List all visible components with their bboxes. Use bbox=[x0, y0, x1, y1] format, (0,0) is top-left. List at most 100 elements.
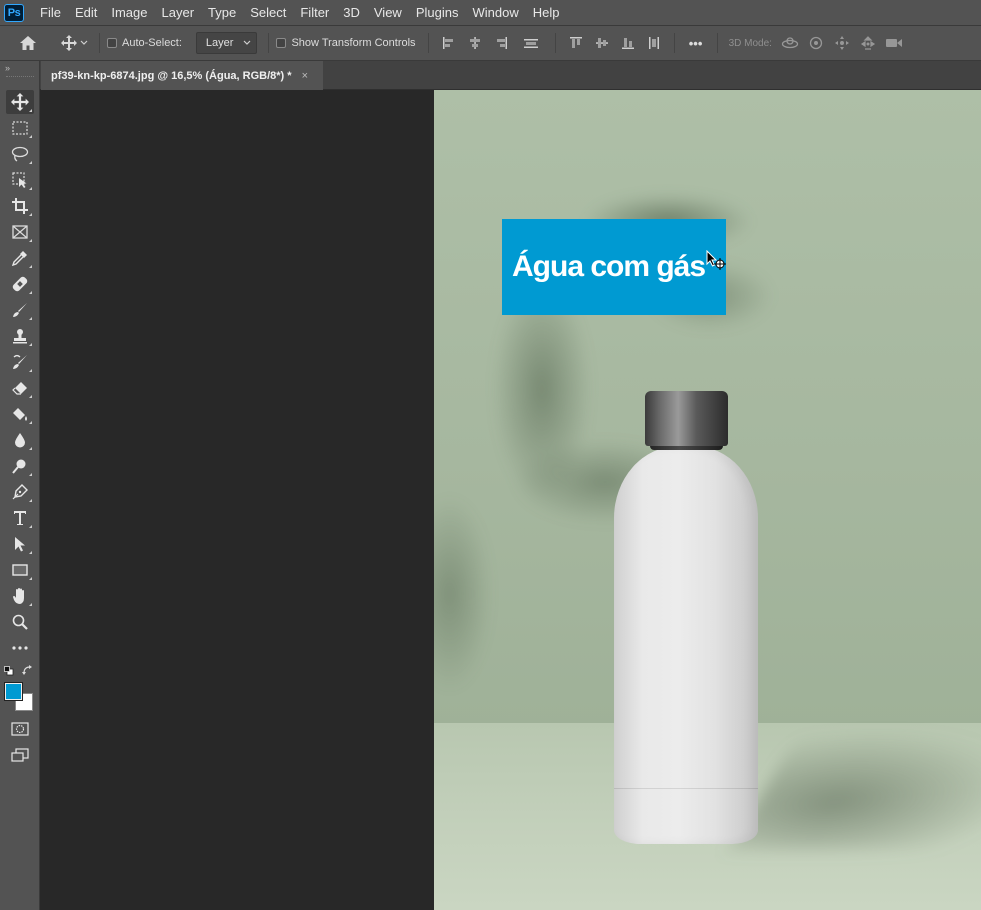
brush-tool[interactable] bbox=[6, 298, 34, 322]
distribute-vertical-button[interactable] bbox=[514, 26, 548, 61]
magnifier-icon bbox=[12, 614, 28, 630]
lasso-icon bbox=[11, 146, 29, 162]
auto-select-check-box[interactable] bbox=[107, 38, 117, 48]
divider bbox=[427, 33, 429, 53]
history-brush-icon bbox=[13, 354, 27, 369]
frame-icon bbox=[12, 225, 28, 239]
rectangle-icon bbox=[12, 564, 28, 576]
menu-filter[interactable]: Filter bbox=[293, 0, 336, 26]
close-icon[interactable]: × bbox=[302, 70, 308, 82]
menu-file[interactable]: File bbox=[33, 0, 68, 26]
edit-toolbar-button[interactable] bbox=[6, 636, 34, 660]
photoshop-logo-icon: Ps bbox=[4, 3, 24, 22]
object-selection-tool[interactable] bbox=[6, 168, 34, 192]
clone-stamp-tool[interactable] bbox=[6, 324, 34, 348]
menu-view[interactable]: View bbox=[367, 0, 409, 26]
align-bottom-edges-button[interactable] bbox=[615, 26, 641, 61]
divider bbox=[554, 33, 556, 53]
zoom-tool[interactable] bbox=[6, 610, 34, 634]
orbit-3d-camera-button[interactable] bbox=[777, 26, 803, 61]
paint-bucket-tool[interactable] bbox=[6, 402, 34, 426]
rectangular-marquee-tool[interactable] bbox=[6, 116, 34, 140]
menu-select[interactable]: Select bbox=[243, 0, 293, 26]
auto-select-checkbox[interactable]: Auto-Select: bbox=[107, 37, 182, 49]
tools-panel: » bbox=[0, 61, 40, 910]
menu-window[interactable]: Window bbox=[465, 0, 525, 26]
slide-3d-camera-button[interactable] bbox=[855, 26, 881, 61]
menu-layer[interactable]: Layer bbox=[155, 0, 202, 26]
eyedropper-tool[interactable] bbox=[6, 246, 34, 270]
screen-mode-button[interactable] bbox=[6, 743, 34, 767]
lasso-tool[interactable] bbox=[6, 142, 34, 166]
3d-mode-label: 3D Mode: bbox=[728, 37, 772, 49]
move-icon bbox=[60, 35, 77, 51]
align-center-icon bbox=[469, 37, 480, 49]
panel-grip[interactable] bbox=[6, 76, 34, 78]
zoom-3d-camera-button[interactable] bbox=[881, 26, 907, 61]
blur-tool[interactable] bbox=[6, 428, 34, 452]
align-top-edges-button[interactable] bbox=[563, 26, 589, 61]
document-canvas[interactable] bbox=[434, 90, 981, 910]
menu-plugins[interactable]: Plugins bbox=[409, 0, 466, 26]
align-right-edges-button[interactable] bbox=[488, 26, 514, 61]
foreground-color-swatch[interactable] bbox=[4, 682, 23, 701]
document-tab-bar: pf39-kn-kp-6874.jpg @ 16,5% (Água, RGB/8… bbox=[40, 61, 981, 90]
pan-3d-camera-button[interactable] bbox=[829, 26, 855, 61]
transform-controls-check-box[interactable] bbox=[276, 38, 287, 48]
hand-tool[interactable] bbox=[6, 584, 34, 608]
move-cursor-icon bbox=[706, 250, 726, 270]
type-tool[interactable] bbox=[6, 506, 34, 530]
align-top-icon bbox=[569, 37, 582, 48]
marquee-icon bbox=[12, 121, 28, 135]
swap-arrows-icon bbox=[22, 665, 32, 675]
menu-image[interactable]: Image bbox=[104, 0, 154, 26]
document-tab[interactable]: pf39-kn-kp-6874.jpg @ 16,5% (Água, RGB/8… bbox=[41, 61, 323, 90]
eyedropper-icon bbox=[12, 251, 27, 266]
pen-icon bbox=[12, 484, 28, 500]
divider bbox=[268, 33, 270, 53]
roll-3d-camera-button[interactable] bbox=[803, 26, 829, 61]
swap-colors-button[interactable] bbox=[22, 665, 33, 679]
rectangle-tool[interactable] bbox=[6, 558, 34, 582]
stamp-icon bbox=[13, 329, 27, 344]
eraser-tool[interactable] bbox=[6, 376, 34, 400]
tool-preset-picker[interactable] bbox=[56, 26, 92, 61]
divider bbox=[99, 33, 100, 53]
menu-help[interactable]: Help bbox=[526, 0, 567, 26]
show-transform-controls-checkbox[interactable]: Show Transform Controls bbox=[276, 37, 416, 49]
menu-edit[interactable]: Edit bbox=[68, 0, 104, 26]
collapse-panel-button[interactable]: » bbox=[5, 63, 10, 73]
more-options-button[interactable]: ••• bbox=[682, 26, 710, 61]
auto-select-target-dropdown[interactable]: Layer bbox=[195, 32, 258, 54]
align-horizontal-centers-button[interactable] bbox=[462, 26, 488, 61]
align-left-edges-button[interactable] bbox=[436, 26, 462, 61]
frame-tool[interactable] bbox=[6, 220, 34, 244]
healing-brush-tool[interactable] bbox=[6, 272, 34, 296]
auto-select-label: Auto-Select: bbox=[122, 37, 182, 49]
history-brush-tool[interactable] bbox=[6, 350, 34, 374]
menu-type[interactable]: Type bbox=[201, 0, 243, 26]
move-tool[interactable] bbox=[6, 90, 34, 114]
default-colors-icon bbox=[4, 666, 14, 676]
quick-mask-button[interactable] bbox=[6, 717, 34, 741]
quick-mask-icon bbox=[11, 722, 29, 736]
eraser-icon bbox=[12, 382, 27, 395]
document-tab-title: pf39-kn-kp-6874.jpg @ 16,5% (Água, RGB/8… bbox=[51, 69, 292, 82]
menu-bar: Ps File Edit Image Layer Type Select Fil… bbox=[0, 0, 981, 26]
path-selection-tool[interactable] bbox=[6, 532, 34, 556]
canvas-workspace[interactable]: Água com gás bbox=[41, 90, 981, 910]
dodge-tool[interactable] bbox=[6, 454, 34, 478]
brush-icon bbox=[13, 303, 27, 317]
crop-icon bbox=[12, 198, 28, 214]
text-layer-box[interactable]: Água com gás bbox=[502, 219, 726, 315]
pan-icon bbox=[834, 36, 849, 50]
pen-tool[interactable] bbox=[6, 480, 34, 504]
align-vertical-centers-button[interactable] bbox=[589, 26, 615, 61]
crop-tool[interactable] bbox=[6, 194, 34, 218]
default-colors-button[interactable] bbox=[4, 665, 14, 679]
chevron-down-icon bbox=[244, 40, 251, 45]
text-layer-content[interactable]: Água com gás bbox=[512, 250, 706, 284]
home-button[interactable] bbox=[0, 26, 56, 61]
menu-3d[interactable]: 3D bbox=[336, 0, 367, 26]
distribute-horizontal-button[interactable] bbox=[641, 26, 667, 61]
